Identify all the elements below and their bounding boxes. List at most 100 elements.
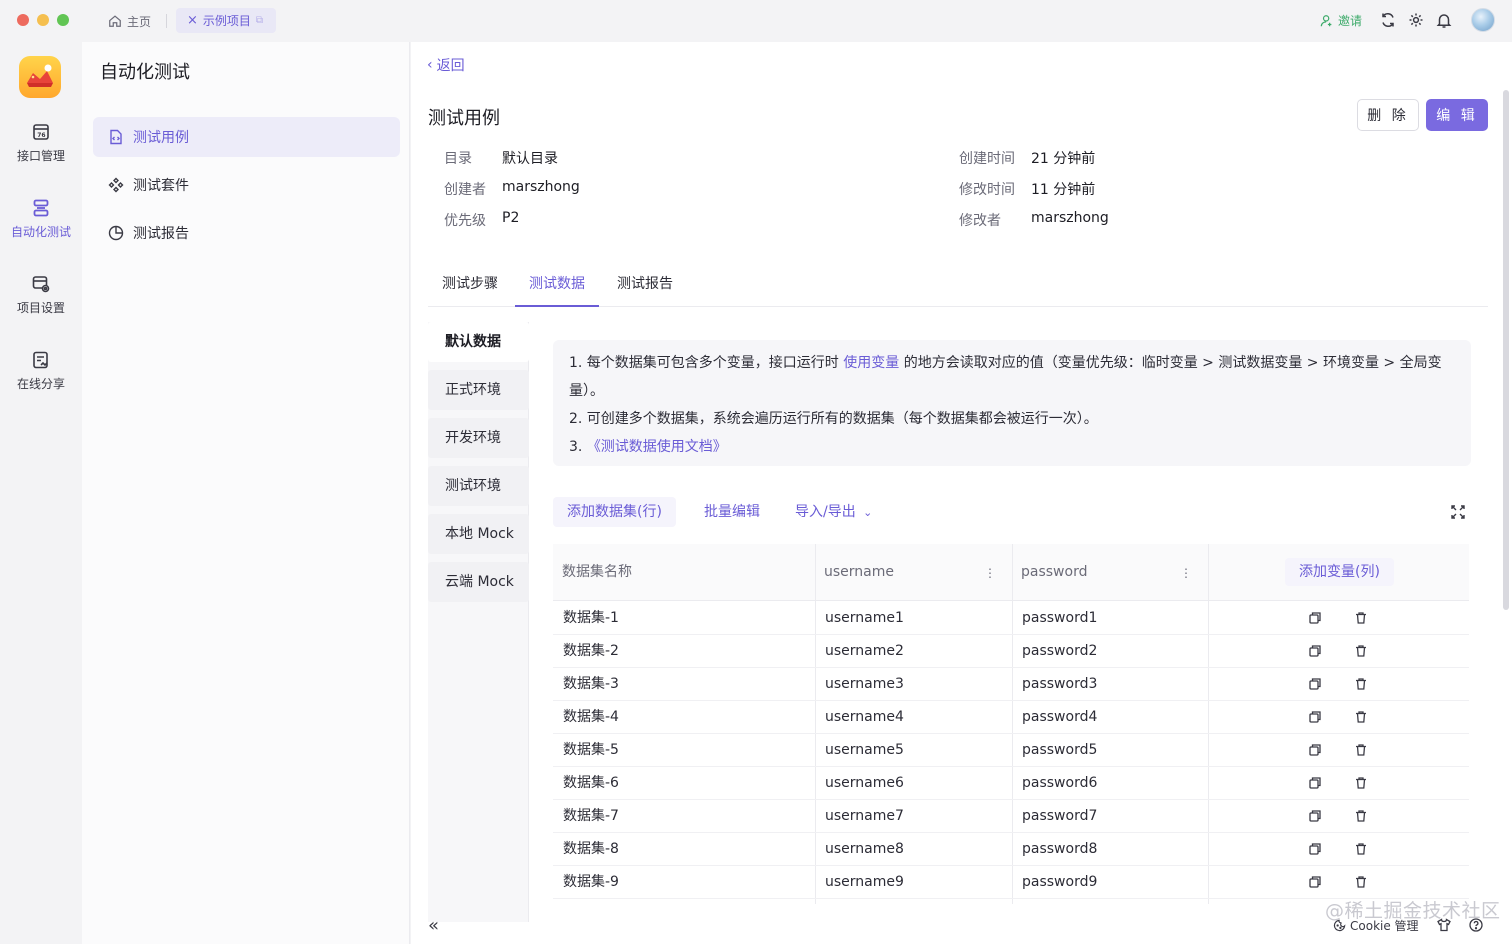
trash-icon[interactable] (1354, 743, 1368, 757)
cell-password[interactable]: password8 (1012, 833, 1097, 866)
secnav-item-test-suites[interactable]: 测试套件 (93, 165, 400, 205)
cookie-manager-button[interactable]: Cookie 管理 (1333, 917, 1419, 934)
project-tab-label: 示例项目 (202, 14, 251, 28)
cell-username[interactable]: username8 (815, 833, 904, 866)
env-item-default[interactable]: 默认数据 (428, 322, 529, 362)
cell-username[interactable]: username2 (815, 635, 904, 668)
cell-password[interactable]: password7 (1012, 800, 1097, 833)
scrollbar[interactable] (1503, 90, 1509, 610)
tab-test-data[interactable]: 测试数据 (515, 265, 599, 307)
env-item-production[interactable]: 正式环境 (428, 370, 529, 410)
copy-icon[interactable] (1308, 776, 1322, 790)
env-item-cloud-mock[interactable]: 云端 Mock (428, 562, 529, 602)
copy-icon[interactable] (1308, 644, 1322, 658)
external-link-icon[interactable]: ⧉ (256, 15, 263, 26)
fullscreen-icon[interactable] (1451, 505, 1465, 519)
info-line-3: 3. 《测试数据使用文档》 (569, 433, 1455, 461)
cell-password[interactable]: password9 (1012, 866, 1097, 899)
env-list: 默认数据 正式环境 开发环境 测试环境 本地 Mock 云端 Mock (428, 322, 529, 922)
cell-username[interactable]: username9 (815, 866, 904, 899)
edit-button[interactable]: 编 辑 (1426, 99, 1488, 131)
back-link[interactable]: ‹ 返回 (427, 55, 465, 75)
user-avatar[interactable] (1471, 8, 1495, 32)
copy-icon[interactable] (1308, 875, 1322, 889)
use-variable-link[interactable]: 使用变量 (843, 355, 899, 371)
copy-icon[interactable] (1308, 809, 1322, 823)
tab-test-steps[interactable]: 测试步骤 (428, 265, 512, 307)
trash-icon[interactable] (1354, 710, 1368, 724)
cell-dataset-name[interactable]: 数据集-7 (553, 800, 619, 833)
gear-icon[interactable] (1407, 11, 1425, 29)
cell-password[interactable]: password4 (1012, 701, 1097, 734)
cell-username[interactable]: username4 (815, 701, 904, 734)
cell-username[interactable]: username5 (815, 734, 904, 767)
import-export-dropdown[interactable]: 导入/导出 ⌄ (795, 497, 872, 527)
cell-dataset-name[interactable]: 数据集-4 (553, 701, 619, 734)
project-tab[interactable]: × 示例项目 ⧉ (176, 8, 276, 33)
env-item-local-mock[interactable]: 本地 Mock (428, 514, 529, 554)
cell-dataset-name[interactable]: 数据集-6 (553, 767, 619, 800)
cell-password[interactable]: password2 (1012, 635, 1097, 668)
home-tab[interactable]: 主页 (108, 11, 151, 31)
copy-icon[interactable] (1308, 611, 1322, 625)
data-toolbar: 添加数据集(行) 批量编辑 导入/导出 ⌄ (553, 497, 1471, 527)
cell-password[interactable]: password1 (1012, 602, 1097, 635)
cell-dataset-name[interactable]: 数据集-5 (553, 734, 619, 767)
cell-password[interactable]: password6 (1012, 767, 1097, 800)
table-row: 数据集-6 username6 password6 (553, 767, 1469, 800)
invite-button[interactable]: 邀请 (1320, 12, 1362, 29)
env-item-testing[interactable]: 测试环境 (428, 466, 529, 506)
add-variable-column-button[interactable]: 添加变量(列) (1285, 558, 1394, 586)
table-row: 数据集-4 username4 password4 (553, 701, 1469, 734)
docs-link[interactable]: 《测试数据使用文档》 (587, 439, 727, 455)
copy-icon[interactable] (1308, 710, 1322, 724)
trash-icon[interactable] (1354, 776, 1368, 790)
env-item-development[interactable]: 开发环境 (428, 418, 529, 458)
bulk-edit-button[interactable]: 批量编辑 (704, 497, 760, 527)
nav-project-settings[interactable]: 项目设置 (0, 274, 82, 316)
table-row: 数据集-1 username1 password1 (553, 602, 1469, 635)
delete-button[interactable]: 删 除 (1357, 99, 1419, 131)
trash-icon[interactable] (1354, 842, 1368, 856)
help-icon[interactable] (1469, 918, 1483, 932)
copy-icon[interactable] (1308, 677, 1322, 691)
info-line-1: 1. 每个数据集可包含多个变量，接口运行时 使用变量 的地方会读取对应的值（变量… (569, 349, 1455, 377)
cell-dataset-name[interactable]: 数据集-1 (553, 602, 619, 635)
cell-password[interactable]: password3 (1012, 668, 1097, 701)
secnav-item-test-cases[interactable]: 测试用例 (93, 117, 400, 157)
cell-username[interactable]: username7 (815, 800, 904, 833)
more-vertical-icon[interactable]: ⋮ (984, 566, 996, 580)
copy-icon[interactable] (1308, 743, 1322, 757)
share-icon (33, 351, 48, 369)
close-window-button[interactable] (17, 14, 29, 26)
trash-icon[interactable] (1354, 809, 1368, 823)
nav-automation-test[interactable]: 自动化测试 (0, 198, 82, 240)
collapse-sidebar-icon[interactable]: « (428, 915, 439, 936)
cell-dataset-name[interactable]: 数据集-8 (553, 833, 619, 866)
more-vertical-icon[interactable]: ⋮ (1180, 566, 1192, 580)
copy-icon[interactable] (1308, 842, 1322, 856)
cell-username[interactable]: username6 (815, 767, 904, 800)
add-dataset-row-button[interactable]: 添加数据集(行) (553, 497, 676, 527)
zoom-window-button[interactable] (57, 14, 69, 26)
tab-test-report[interactable]: 测试报告 (603, 265, 687, 307)
trash-icon[interactable] (1354, 644, 1368, 658)
shirt-icon[interactable] (1437, 918, 1451, 932)
trash-icon[interactable] (1354, 677, 1368, 691)
cell-username[interactable]: username1 (815, 602, 904, 635)
close-tab-icon[interactable]: × (187, 13, 198, 28)
cell-password[interactable]: password5 (1012, 734, 1097, 767)
cell-username[interactable]: username3 (815, 668, 904, 701)
info-text: 3. (569, 439, 587, 455)
sync-icon[interactable] (1379, 11, 1397, 29)
cell-dataset-name[interactable]: 数据集-2 (553, 635, 619, 668)
nav-api-management[interactable]: 76 接口管理 (0, 122, 82, 164)
bell-icon[interactable] (1435, 11, 1453, 29)
secnav-item-test-reports[interactable]: 测试报告 (93, 213, 400, 253)
cell-dataset-name[interactable]: 数据集-9 (553, 866, 619, 899)
trash-icon[interactable] (1354, 611, 1368, 625)
trash-icon[interactable] (1354, 875, 1368, 889)
nav-online-share[interactable]: 在线分享 (0, 350, 82, 392)
cell-dataset-name[interactable]: 数据集-3 (553, 668, 619, 701)
minimize-window-button[interactable] (37, 14, 49, 26)
